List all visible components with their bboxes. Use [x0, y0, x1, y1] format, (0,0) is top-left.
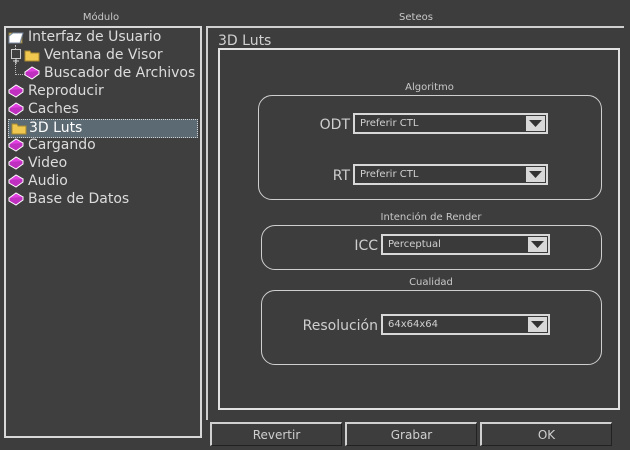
- book-icon: [8, 102, 24, 116]
- book-icon: [8, 138, 24, 152]
- tree-item-label: Buscador de Archivos: [44, 65, 196, 81]
- rt-value: Preferir CTL: [360, 169, 419, 180]
- tree-item-label: Reproducir: [28, 83, 104, 99]
- book-icon: [8, 192, 24, 206]
- tree-item-label: 3D Luts: [29, 120, 83, 136]
- book-icon: [8, 174, 24, 188]
- tree-item-label: Caches: [28, 101, 79, 117]
- chevron-down-icon: [526, 167, 545, 182]
- chevron-down-icon: [528, 237, 547, 252]
- odt-select[interactable]: Preferir CTL: [353, 113, 548, 134]
- tree-item-label: Cargando: [28, 137, 96, 153]
- tree-item-3d-luts[interactable]: 3D Luts: [8, 119, 198, 138]
- tree-item-label: Ventana de Visor: [44, 47, 163, 63]
- icc-value: Perceptual: [388, 239, 441, 250]
- group-title-algorithm: Algoritmo: [405, 82, 454, 93]
- folder-icon: [11, 121, 27, 135]
- save-button[interactable]: Grabar: [345, 422, 477, 446]
- resolution-select[interactable]: 64x64x64: [381, 314, 550, 335]
- icc-label: ICC: [354, 238, 378, 254]
- odt-label: ODT: [319, 117, 350, 133]
- book-icon: [8, 84, 24, 98]
- tree-item-label: Audio: [28, 173, 68, 189]
- folder-icon: [24, 48, 40, 62]
- tree-item-label: Video: [28, 155, 68, 171]
- chevron-down-icon: [528, 317, 547, 332]
- book-icon: [8, 156, 24, 170]
- resolution-value: 64x64x64: [388, 319, 439, 330]
- rt-select[interactable]: Preferir CTL: [353, 164, 548, 185]
- tree-item-label: Base de Datos: [28, 191, 130, 207]
- module-header: Módulo: [82, 12, 120, 23]
- chevron-down-icon: [526, 116, 545, 131]
- tree-item-label: Interfaz de Usuario: [28, 29, 162, 45]
- book-icon: [24, 66, 40, 80]
- settings-header: Seteos: [399, 12, 433, 23]
- resolution-label: Resolución: [302, 318, 378, 334]
- ok-button[interactable]: OK: [480, 422, 612, 446]
- panel-title: 3D Luts: [218, 33, 272, 49]
- group-title-quality: Cualidad: [409, 277, 453, 288]
- group-title-render-intent: Intención de Render: [380, 212, 482, 223]
- rt-label: RT: [332, 168, 350, 184]
- folder-open-icon: [8, 30, 24, 44]
- revert-button[interactable]: Revertir: [210, 422, 342, 446]
- icc-select[interactable]: Perceptual: [381, 234, 550, 255]
- module-tree[interactable]: Interfaz de Usuario Ventana de Visor Bus…: [4, 26, 202, 438]
- odt-value: Preferir CTL: [360, 118, 419, 129]
- expand-plus-icon[interactable]: [11, 49, 21, 64]
